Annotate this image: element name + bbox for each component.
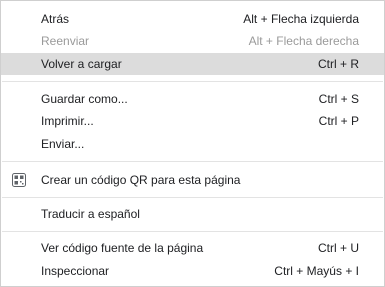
- menu-item-label: Inspeccionar: [41, 264, 110, 278]
- qr-code-icon: [12, 173, 26, 187]
- menu-separator: [2, 161, 383, 162]
- menu-item-label: Reenviar: [41, 34, 90, 48]
- menu-item-shortcut: Ctrl + S: [318, 92, 359, 106]
- menu-separator: [2, 81, 383, 82]
- menu-item-shortcut: Ctrl + R: [317, 57, 359, 71]
- menu-item-create-qr-code[interactable]: Crear un código QR para esta página: [1, 169, 384, 191]
- menu-item-shortcut: Ctrl + P: [318, 114, 359, 128]
- menu-item-view-source[interactable]: Ver código fuente de la página Ctrl + U: [1, 237, 384, 259]
- menu-item-shortcut: Ctrl + Mayús + I: [274, 264, 359, 278]
- menu-item-shortcut: Alt + Flecha derecha: [248, 34, 359, 48]
- menu-item-forward[interactable]: Reenviar Alt + Flecha derecha: [1, 30, 384, 52]
- menu-item-label: Atrás: [41, 12, 70, 26]
- menu-item-save-as[interactable]: Guardar como... Ctrl + S: [1, 88, 384, 110]
- context-menu: Atrás Alt + Flecha izquierda Reenviar Al…: [0, 0, 385, 287]
- menu-separator: [2, 197, 383, 198]
- menu-item-reload[interactable]: Volver a cargar Ctrl + R: [1, 53, 384, 75]
- menu-item-label: Guardar como...: [41, 92, 128, 106]
- menu-item-label: Volver a cargar: [41, 57, 122, 71]
- menu-item-shortcut: Alt + Flecha izquierda: [243, 12, 359, 26]
- menu-item-label: Enviar...: [41, 137, 85, 151]
- menu-item-inspect[interactable]: Inspeccionar Ctrl + Mayús + I: [1, 260, 384, 282]
- menu-item-label: Traducir a español: [41, 207, 140, 221]
- menu-separator: [2, 231, 383, 232]
- menu-item-label: Crear un código QR para esta página: [41, 173, 241, 187]
- menu-item-send[interactable]: Enviar...: [1, 133, 384, 155]
- menu-item-label: Imprimir...: [41, 114, 94, 128]
- menu-item-translate[interactable]: Traducir a español: [1, 203, 384, 225]
- menu-item-label: Ver código fuente de la página: [41, 241, 204, 255]
- menu-item-shortcut: Ctrl + U: [317, 241, 359, 255]
- menu-item-back[interactable]: Atrás Alt + Flecha izquierda: [1, 8, 384, 30]
- menu-item-print[interactable]: Imprimir... Ctrl + P: [1, 110, 384, 132]
